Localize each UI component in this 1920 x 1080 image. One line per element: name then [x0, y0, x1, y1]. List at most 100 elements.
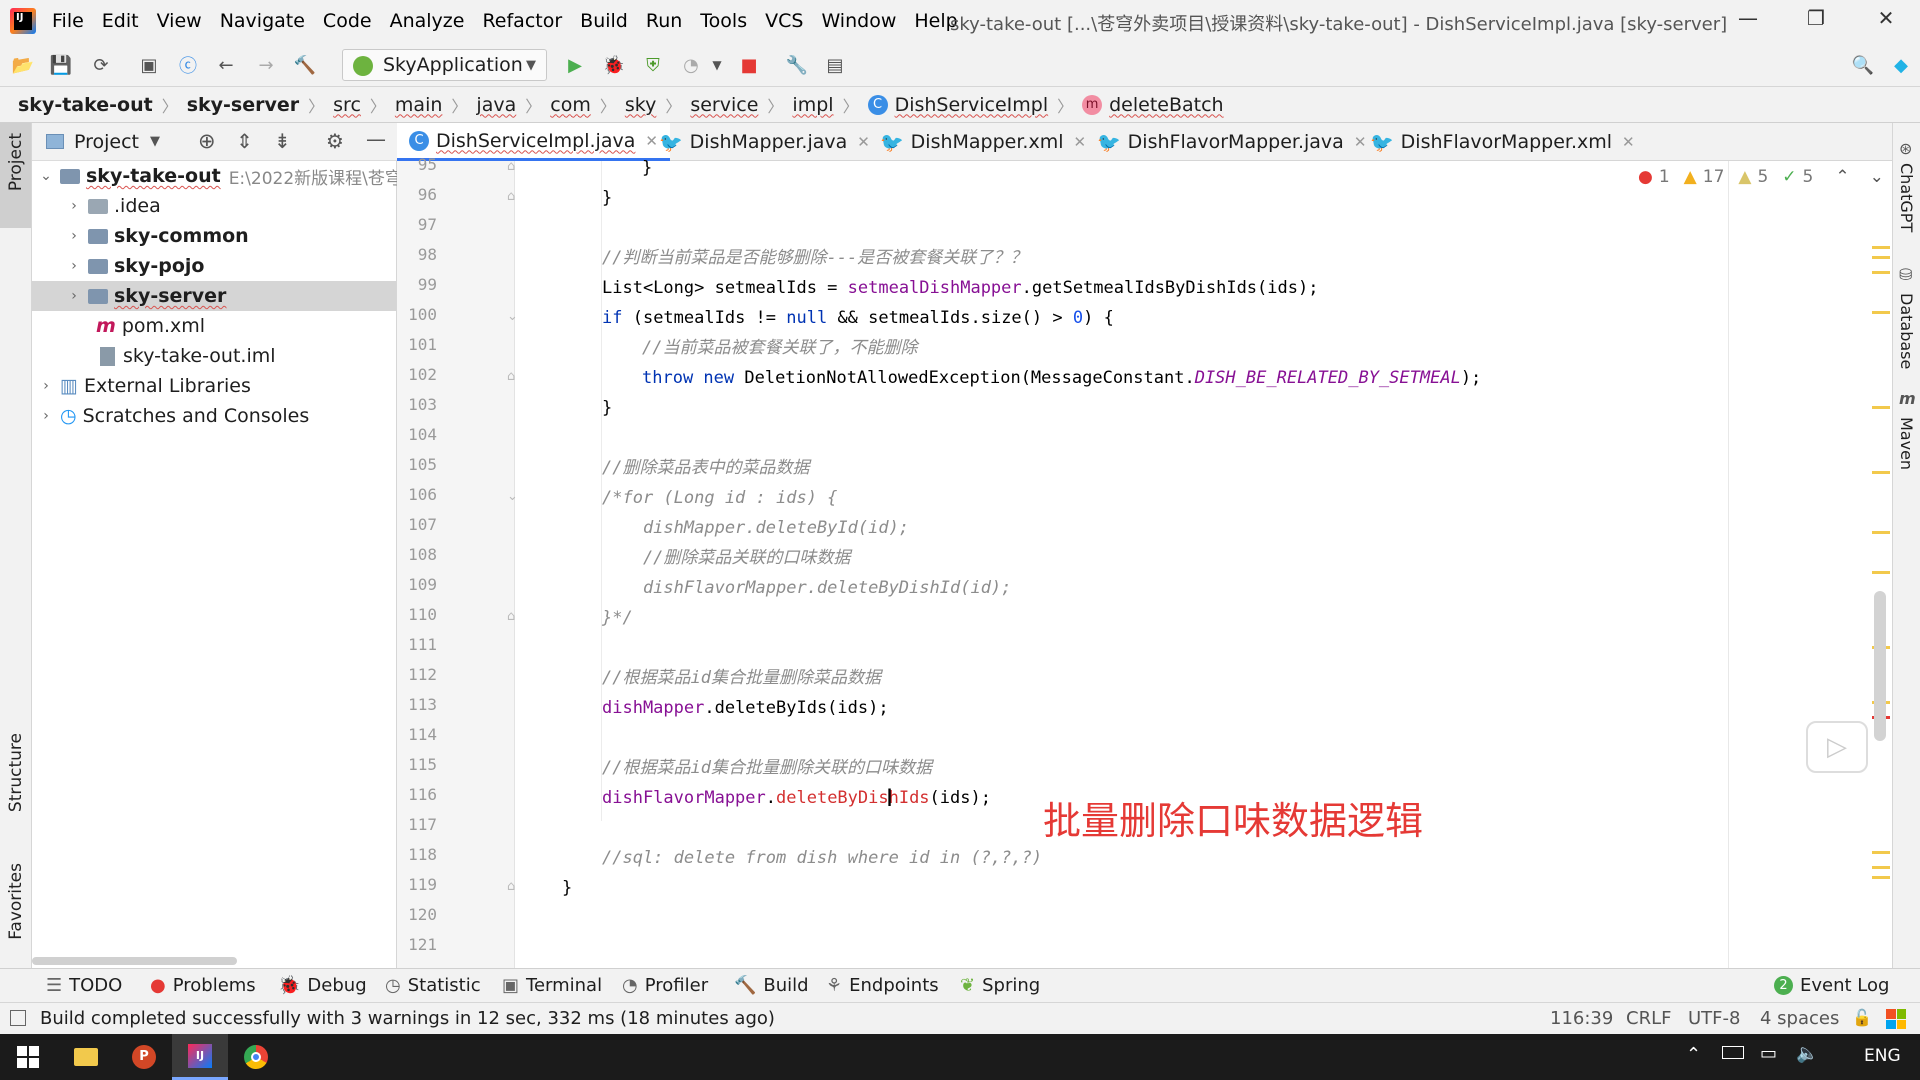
file-explorer-icon[interactable] [58, 1034, 114, 1080]
chrome-icon[interactable] [228, 1034, 284, 1080]
maven-tool-label[interactable]: Maven [1897, 417, 1916, 470]
crumb-sky[interactable]: sky [625, 94, 656, 116]
toolbox-icon[interactable]: ◆ [1888, 52, 1914, 78]
chevron-right-icon[interactable]: › [66, 228, 82, 244]
menu-code[interactable]: Code [323, 10, 372, 32]
tab-statistic[interactable]: ◷ Statistic [385, 975, 481, 996]
forward-icon[interactable]: → [253, 52, 279, 78]
battery-icon[interactable] [1722, 1046, 1744, 1059]
project-structure-icon[interactable]: ▣ [136, 52, 162, 78]
build-hammer-icon[interactable]: 🔨 [292, 52, 318, 78]
tree-item-external-libraries[interactable]: › ▥ External Libraries [38, 371, 251, 401]
status-toggle-icon[interactable] [10, 1010, 26, 1026]
vertical-scrollbar-thumb[interactable] [1874, 591, 1886, 741]
close-icon[interactable]: ✕ [1074, 133, 1087, 151]
crumb-src[interactable]: src [333, 94, 361, 116]
stop-icon[interactable]: ■ [736, 52, 762, 78]
chevron-up-icon[interactable]: ⌃ [1686, 1044, 1701, 1065]
close-icon[interactable]: ✕ [857, 133, 870, 151]
tree-item-sky-server[interactable]: › sky-server [66, 281, 226, 311]
start-button[interactable] [0, 1034, 56, 1080]
tab-debug[interactable]: 🐞 Debug [278, 975, 367, 996]
project-tool-label[interactable]: Project [6, 133, 26, 191]
menu-window[interactable]: Window [821, 10, 896, 32]
inspections-widget[interactable]: ● 1 ▲ 17 ▲ 5 ✓ 5 ⌃ ⌄ [1638, 167, 1884, 187]
crumb-main[interactable]: main [395, 94, 442, 116]
crumb-service[interactable]: service [690, 94, 758, 116]
chevron-down-icon[interactable]: ▼ [150, 134, 160, 149]
close-icon[interactable]: ✕ [1622, 133, 1635, 151]
locate-icon[interactable]: ⊕ [198, 129, 216, 153]
fold-marker-icon[interactable]: ⌂ [507, 609, 515, 624]
play-overlay-icon[interactable]: ▷ [1806, 721, 1868, 773]
menu-vcs[interactable]: VCS [765, 10, 803, 32]
crumb-com[interactable]: com [550, 94, 591, 116]
next-highlight-icon[interactable]: ⌄ [1870, 167, 1884, 187]
crumb-impl[interactable]: impl [792, 94, 833, 116]
save-all-icon[interactable]: 💾 [48, 52, 74, 78]
crumb-method[interactable]: m deleteBatch [1082, 94, 1224, 116]
indent-setting[interactable]: 4 spaces [1760, 1008, 1839, 1029]
input-language[interactable]: ENG [1864, 1046, 1901, 1066]
volume-icon[interactable]: 🔈 [1796, 1043, 1818, 1064]
fold-marker-icon[interactable]: ⌂ [507, 159, 515, 174]
hide-panel-icon[interactable]: — [366, 127, 386, 151]
lock-icon[interactable]: 🔓 [1852, 1008, 1872, 1027]
close-icon[interactable]: ✕ [645, 132, 658, 150]
fold-marker-icon[interactable]: ⌂ [507, 189, 515, 204]
file-encoding[interactable]: UTF-8 [1688, 1008, 1740, 1029]
menu-refactor[interactable]: Refactor [482, 10, 562, 32]
tab-profiler[interactable]: ◔ Profiler [622, 975, 708, 996]
tree-item-idea[interactable]: › .idea [66, 191, 161, 221]
tab-problems[interactable]: ● Problems [150, 975, 256, 996]
gear-icon[interactable]: ⚙ [326, 129, 344, 153]
favorites-tool-label[interactable]: Favorites [6, 863, 26, 940]
close-icon[interactable]: ✕ [1354, 133, 1367, 151]
line-separator[interactable]: CRLF [1626, 1008, 1671, 1029]
expand-all-icon[interactable]: ⇕ [236, 129, 253, 153]
more-run-icon[interactable]: ▼ [704, 52, 730, 78]
menu-run[interactable]: Run [646, 10, 682, 32]
intellij-taskbar-icon[interactable]: IJ [172, 1034, 228, 1080]
tab-spring[interactable]: ❦ Spring [960, 975, 1040, 996]
horizontal-scrollbar[interactable] [32, 957, 237, 965]
settings-wrench-icon[interactable]: 🔧 [784, 52, 810, 78]
tree-item-pom[interactable]: m pom.xml [96, 311, 205, 341]
minimize-button[interactable]: — [1728, 6, 1768, 36]
close-button[interactable]: ✕ [1866, 6, 1906, 36]
caret-position[interactable]: 116:39 [1550, 1008, 1613, 1029]
crumb-project[interactable]: sky-take-out [18, 94, 153, 116]
event-log-button[interactable]: 2 Event Log [1774, 975, 1889, 996]
tab-endpoints[interactable]: ⚘ Endpoints [826, 975, 939, 996]
tab-build[interactable]: 🔨 Build [734, 975, 809, 996]
restore-button[interactable]: ❐ [1796, 6, 1836, 36]
tab-terminal[interactable]: ▣ Terminal [502, 975, 602, 996]
back-icon[interactable]: ← [213, 52, 239, 78]
chevron-down-icon[interactable]: ⌄ [38, 168, 54, 184]
project-view-selector[interactable]: Project [74, 131, 139, 153]
tab-dishflavormapper-java[interactable]: 🐦 DishFlavorMapper.java ✕ [1097, 123, 1366, 161]
code-editor[interactable]: } } //判断当前菜品是否能够删除---是否被套餐关联了？？ List<Lon… [516, 158, 1892, 968]
menu-file[interactable]: File [52, 10, 84, 32]
fold-marker-icon[interactable]: ⌂ [507, 369, 515, 384]
crumb-java[interactable]: java [476, 94, 516, 116]
chevron-right-icon[interactable]: › [38, 408, 54, 424]
menu-build[interactable]: Build [580, 10, 628, 32]
menu-edit[interactable]: Edit [102, 10, 139, 32]
collapse-all-icon[interactable]: ⇟ [274, 129, 291, 153]
tree-item-iml[interactable]: sky-take-out.iml [100, 341, 276, 371]
open-folder-icon[interactable]: 📂 [10, 52, 36, 78]
database-tool-label[interactable]: Database [1897, 293, 1916, 369]
crumb-class[interactable]: C DishServiceImpl [867, 94, 1048, 116]
chevron-right-icon[interactable]: › [66, 258, 82, 274]
debug-icon[interactable]: 🐞 [601, 52, 627, 78]
profile-icon[interactable]: ◔ [678, 52, 704, 78]
intellij-logo-icon[interactable]: IJ [10, 8, 36, 34]
search-icon[interactable]: 🔍 [1850, 52, 1876, 78]
structure-tool-label[interactable]: Structure [6, 733, 26, 812]
chatgpt-tool-label[interactable]: ChatGPT [1897, 163, 1916, 232]
tab-dishflavormapper-xml[interactable]: 🐦 DishFlavorMapper.xml ✕ [1370, 123, 1635, 161]
previous-highlight-icon[interactable]: ⌃ [1835, 167, 1849, 187]
project-settings-icon[interactable]: ▤ [822, 52, 848, 78]
menu-tools[interactable]: Tools [700, 10, 747, 32]
